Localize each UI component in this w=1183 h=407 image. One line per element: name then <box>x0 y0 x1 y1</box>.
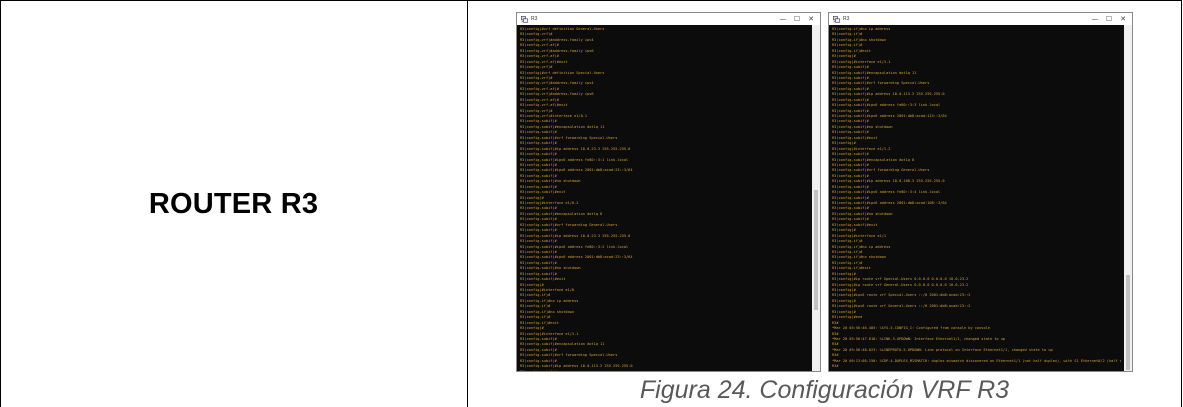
minimize-icon[interactable]: — <box>776 13 790 25</box>
close-icon[interactable]: ✕ <box>1116 13 1130 25</box>
putty-icon <box>521 15 528 23</box>
document-table: ROUTER R3 R3 — ☐ ✕ R3(config)#vrf defini… <box>0 0 1182 407</box>
window-titlebar: R3 — ☐ ✕ <box>517 13 820 25</box>
maximize-icon[interactable]: ☐ <box>790 13 804 25</box>
terminal-line: *Mar 20 06:13:08.150: %CDP-4-DUPLEX_MISM… <box>832 358 1121 363</box>
terminal-output[interactable]: R3(config-if)#no ip address R3(config-if)… <box>829 25 1124 371</box>
scrollbar-thumb[interactable] <box>814 190 818 310</box>
putty-icon <box>833 15 840 23</box>
terminal-output[interactable]: R3(config)#vrf definition General-Users R… <box>517 25 812 371</box>
table-border-right <box>1181 1 1182 407</box>
window-title: R3 <box>531 16 538 22</box>
terminal-line: R3(config-subif)# <box>520 369 557 372</box>
figure-caption: Figura 24. Configuración VRF R3 <box>639 376 1010 404</box>
table-border-middle <box>467 1 468 407</box>
router-label: ROUTER R3 <box>148 188 319 220</box>
window-controls: — ☐ ✕ <box>776 13 818 25</box>
terminal-line: R3# <box>832 364 839 369</box>
terminal-window-right: R3 — ☐ ✕ R3(config-if)#no ip address R3(c… <box>828 12 1133 372</box>
scrollbar[interactable] <box>1124 25 1132 371</box>
scrollbar[interactable] <box>812 25 820 371</box>
window-titlebar: R3 — ☐ ✕ <box>829 13 1132 25</box>
maximize-icon[interactable]: ☐ <box>1102 13 1116 25</box>
screenshot-cell: R3 — ☐ ✕ R3(config)#vrf definition Gener… <box>469 2 1180 407</box>
minimize-icon[interactable]: — <box>1088 13 1102 25</box>
terminal-window-left: R3 — ☐ ✕ R3(config)#vrf definition Gener… <box>516 12 821 372</box>
window-controls: — ☐ ✕ <box>1088 13 1130 25</box>
scrollbar-thumb[interactable] <box>1126 275 1130 370</box>
window-title: R3 <box>843 16 850 22</box>
router-label-cell: ROUTER R3 <box>1 2 466 407</box>
close-icon[interactable]: ✕ <box>804 13 818 25</box>
